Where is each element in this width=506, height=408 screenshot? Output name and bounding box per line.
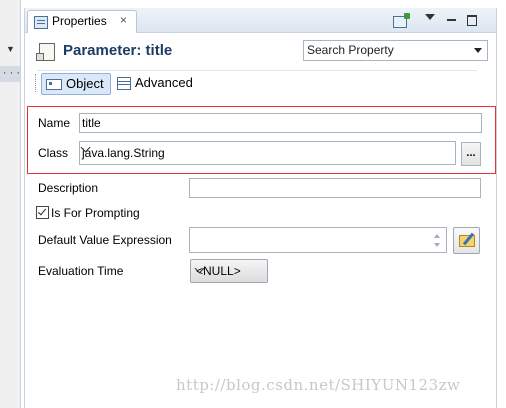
spin-down-icon[interactable] <box>434 243 440 247</box>
name-value: title <box>82 116 101 130</box>
description-label: Description <box>38 181 99 195</box>
table-icon <box>117 77 131 90</box>
view-menu-icon[interactable] <box>425 14 435 20</box>
parameter-icon <box>36 43 55 61</box>
subtab-bar: Object Advanced <box>35 72 335 95</box>
tab-properties[interactable]: Properties × <box>27 10 137 33</box>
name-field[interactable]: title <box>79 113 482 133</box>
tab-advanced-label: Advanced <box>135 75 193 90</box>
description-field[interactable] <box>189 178 481 198</box>
browse-class-button[interactable]: ... <box>461 142 481 166</box>
properties-icon <box>34 16 48 29</box>
class-label: Class <box>38 146 69 160</box>
search-property-value: Search Property <box>307 43 394 57</box>
evaluation-time-label: Evaluation Time <box>38 264 124 278</box>
spin-up-icon[interactable] <box>434 234 440 238</box>
tab-object[interactable]: Object <box>41 73 111 95</box>
name-label: Name <box>38 116 71 130</box>
watermark: http://blog.csdn.net/SHIYUN123zw <box>176 376 461 394</box>
class-combo[interactable]: java.lang.String <box>79 141 456 165</box>
evaluation-time-select[interactable]: <NULL> <box>190 259 268 283</box>
new-view-icon[interactable] <box>393 13 410 28</box>
chevron-down-icon[interactable]: ▼ <box>6 44 15 54</box>
left-side-panel: ▼ · · · <box>0 0 21 408</box>
chevron-down-icon <box>474 48 482 53</box>
tab-label: Properties <box>52 14 107 28</box>
spinner[interactable] <box>431 229 443 251</box>
tab-advanced[interactable]: Advanced <box>115 73 205 93</box>
tab-object-label: Object <box>66 76 104 91</box>
properties-view: Properties × Parameter: title Search Pro… <box>24 8 497 408</box>
maximize-icon[interactable] <box>467 15 477 26</box>
page-title: Parameter: title <box>63 42 173 59</box>
close-icon[interactable]: × <box>120 13 127 27</box>
view-tab-bar: Properties × <box>25 8 496 33</box>
minimize-icon[interactable] <box>447 19 456 21</box>
prompting-checkbox[interactable] <box>36 206 49 219</box>
default-expression-label: Default Value Expression <box>38 233 172 247</box>
more-icon[interactable]: · · · <box>0 66 20 82</box>
expression-builder-button[interactable] <box>453 227 480 254</box>
object-icon <box>46 79 62 90</box>
grip-handle <box>35 74 38 92</box>
search-property-select[interactable]: Search Property <box>303 40 488 61</box>
default-expression-field[interactable] <box>189 227 447 253</box>
class-value: java.lang.String <box>82 146 165 160</box>
prompting-label: Is For Prompting <box>51 206 140 220</box>
divider <box>37 70 477 71</box>
